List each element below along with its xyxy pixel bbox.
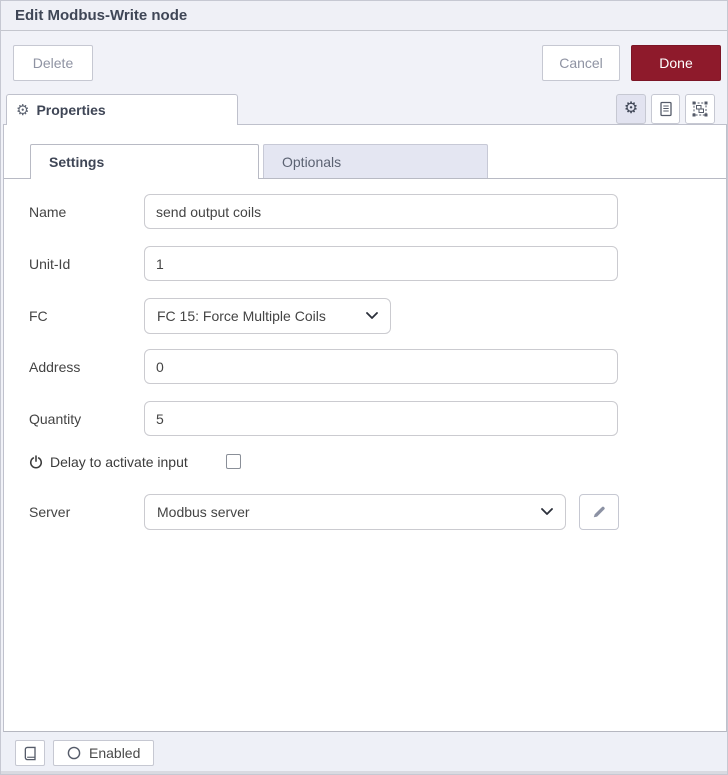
chevron-down-icon (366, 312, 378, 320)
node-help-button[interactable] (15, 740, 45, 766)
book-icon (23, 746, 38, 761)
unit-id-input[interactable] (144, 246, 618, 281)
fc-select-value: FC 15: Force Multiple Coils (157, 308, 326, 324)
description-icon-button[interactable] (651, 94, 680, 124)
edit-node-dialog: Edit Modbus-Write node Delete Cancel Don… (0, 0, 728, 775)
delete-button[interactable]: Delete (13, 45, 93, 81)
object-group-icon (692, 101, 708, 117)
circle-outline-icon (67, 746, 81, 760)
dialog-titlebar: Edit Modbus-Write node (1, 1, 727, 31)
edit-server-button[interactable] (579, 494, 619, 530)
delay-label: Delay to activate input (50, 454, 188, 470)
dialog-title: Edit Modbus-Write node (15, 7, 188, 24)
settings-optionals-tabbar: Settings Optionals (4, 144, 726, 179)
name-label: Name (29, 203, 67, 220)
appearance-icon-button[interactable] (685, 94, 715, 124)
gear-icon: ⚙ (623, 100, 639, 117)
quantity-label: Quantity (29, 410, 82, 427)
server-label: Server (29, 503, 71, 520)
tab-properties-label: Properties (36, 102, 106, 118)
chevron-down-icon (541, 508, 553, 516)
fc-label: FC (29, 307, 48, 324)
properties-icon-button[interactable]: ⚙ (616, 94, 646, 124)
dialog-footer: Enabled (1, 732, 727, 771)
power-icon (29, 455, 43, 469)
document-icon (658, 101, 674, 117)
window-bottom-edge (1, 771, 727, 774)
cancel-button[interactable]: Cancel (542, 45, 620, 81)
quantity-input[interactable] (144, 401, 618, 436)
tab-optionals[interactable]: Optionals (263, 144, 488, 178)
pencil-icon (592, 505, 606, 519)
address-label: Address (29, 358, 81, 375)
enabled-label: Enabled (89, 745, 141, 761)
delay-row: Delay to activate input (29, 452, 188, 472)
unit-id-label: Unit-Id (29, 255, 71, 272)
done-button[interactable]: Done (631, 45, 721, 81)
fc-select[interactable]: FC 15: Force Multiple Coils (144, 298, 391, 334)
tab-settings-label: Settings (49, 154, 105, 170)
name-input[interactable] (144, 194, 618, 229)
properties-panel: Settings Optionals Name Unit-Id FC FC 15… (3, 124, 727, 732)
tab-settings[interactable]: Settings (30, 144, 259, 179)
gear-icon: ⚙ (16, 101, 30, 119)
server-select-value: Modbus server (157, 504, 250, 520)
address-input[interactable] (144, 349, 618, 384)
enabled-toggle-button[interactable]: Enabled (53, 740, 155, 766)
delay-checkbox[interactable] (226, 454, 241, 469)
tab-optionals-label: Optionals (282, 153, 342, 170)
tab-properties[interactable]: ⚙ Properties (6, 94, 238, 125)
server-select[interactable]: Modbus server (144, 494, 566, 530)
